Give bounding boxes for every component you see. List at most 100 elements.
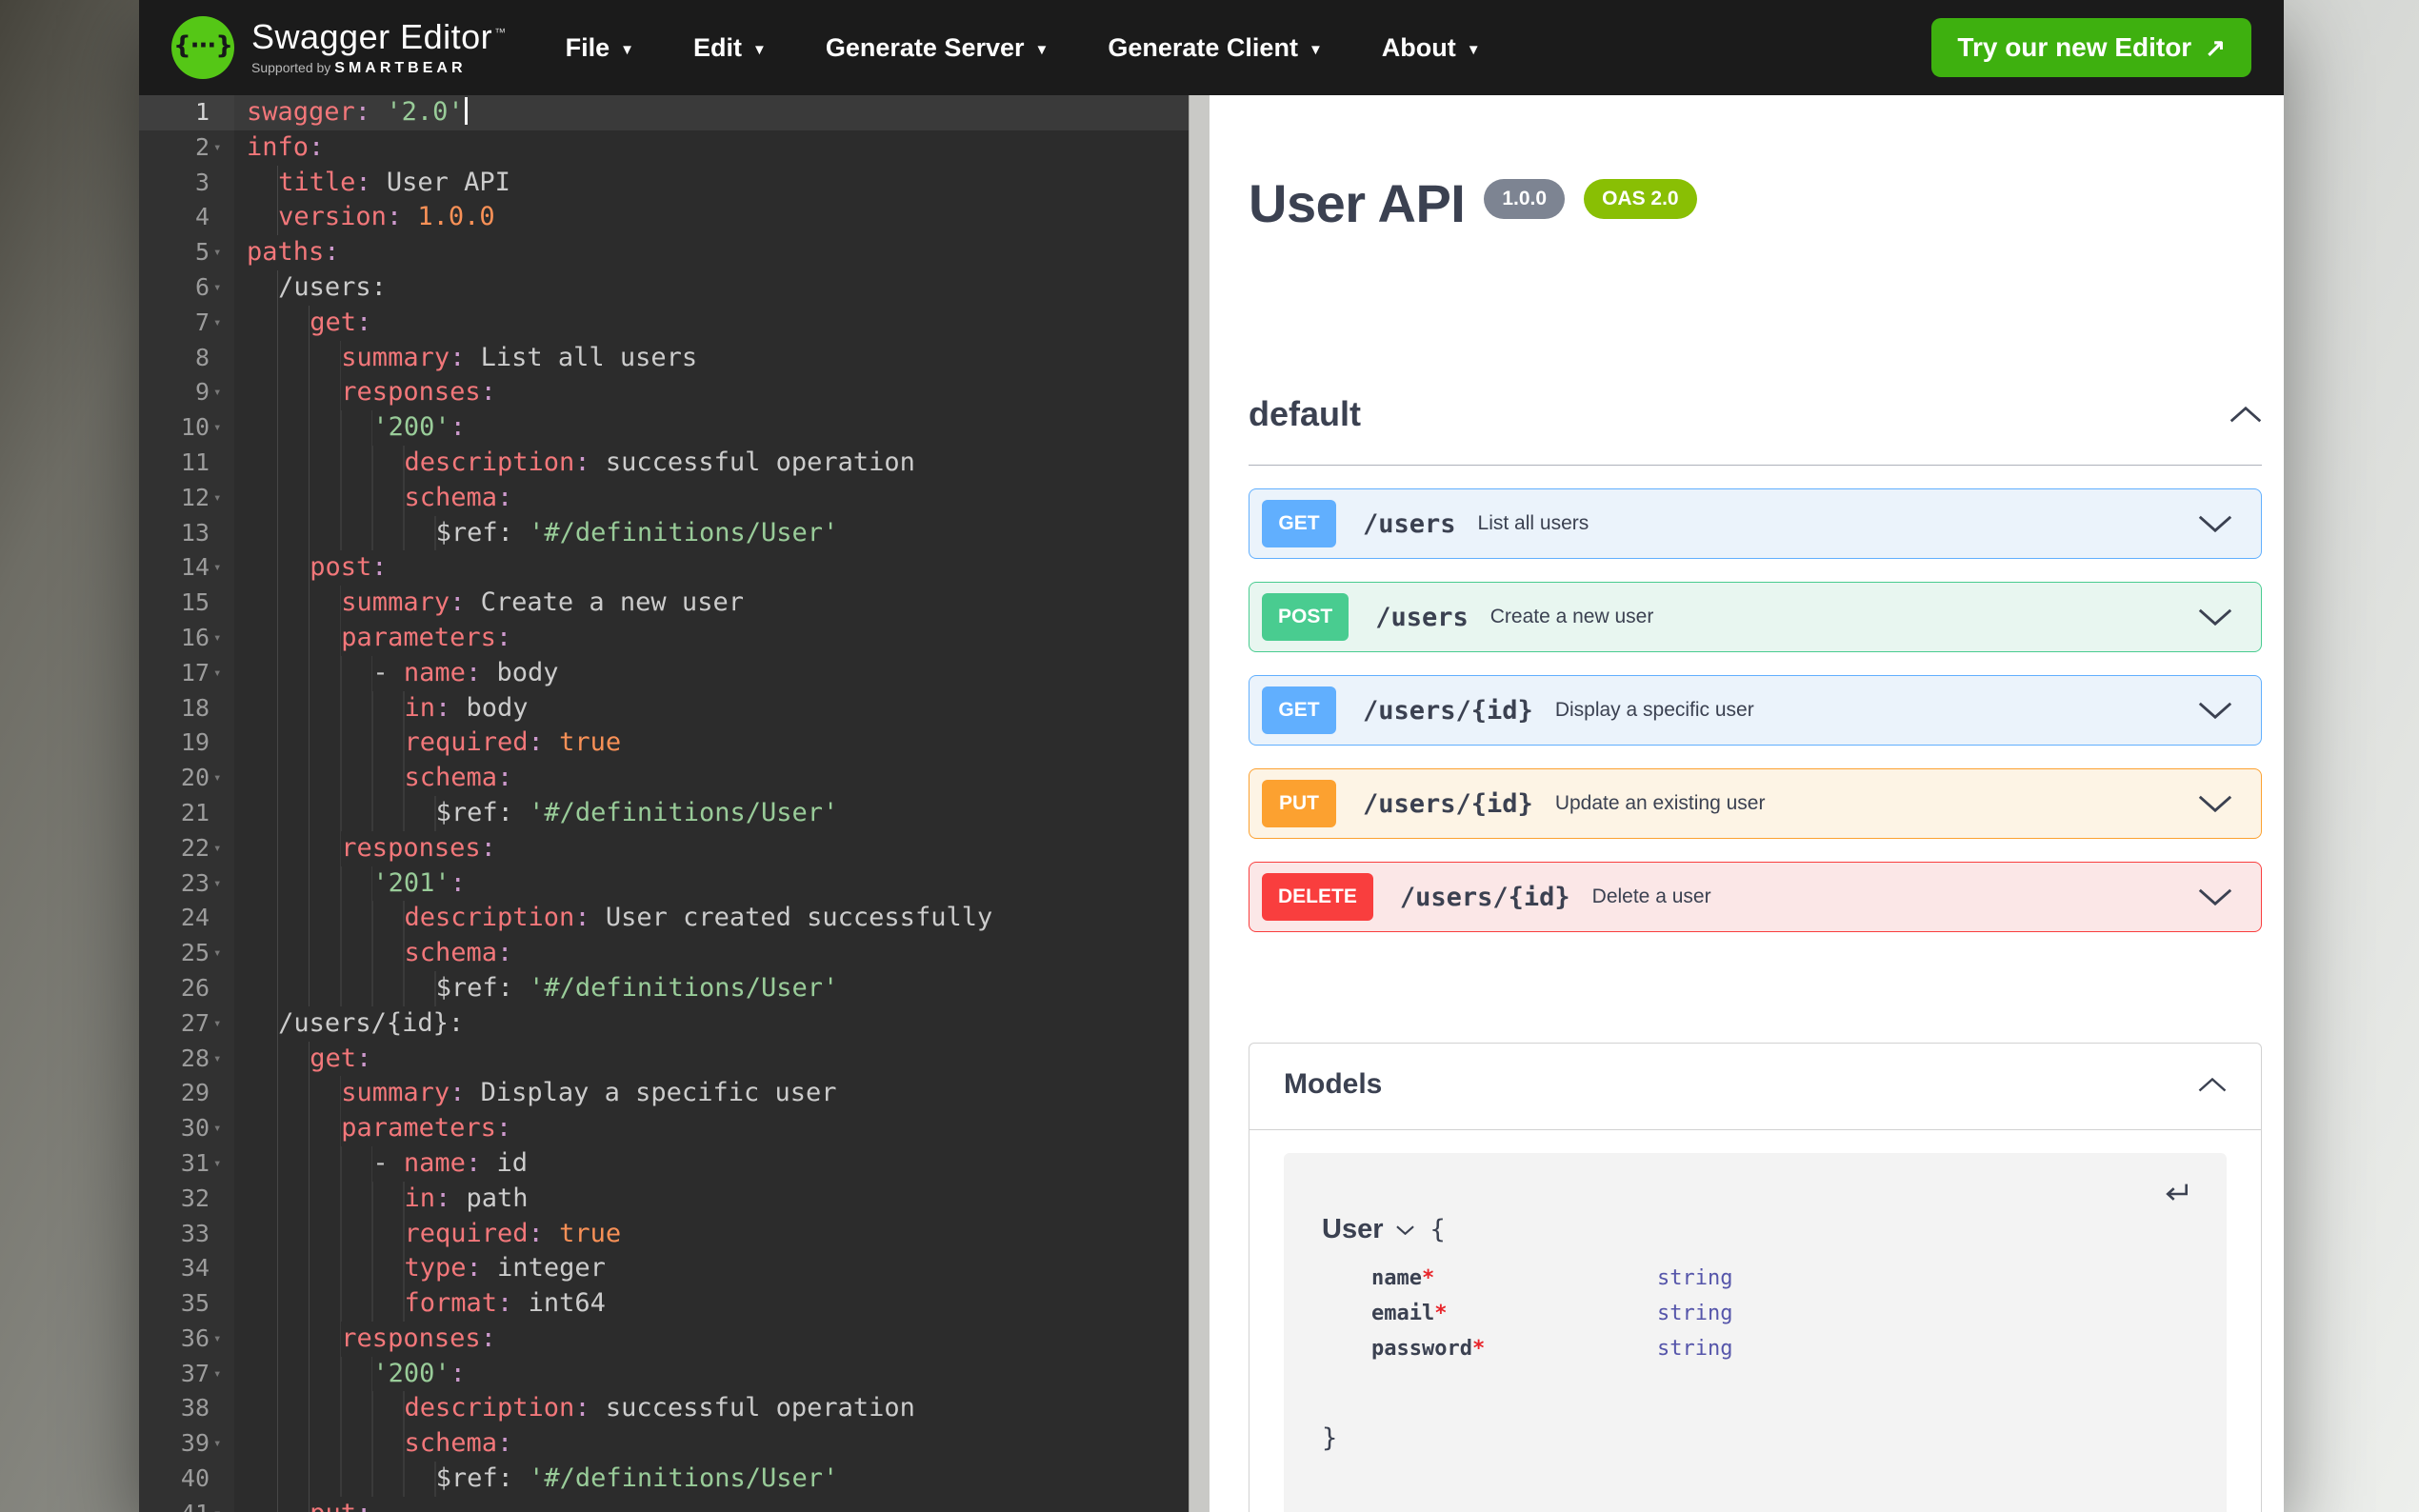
editor-line-30[interactable]: 30▾parameters: — [139, 1111, 1189, 1146]
fold-arrow-icon[interactable]: ▾ — [210, 1146, 234, 1182]
editor-line-12[interactable]: 12▾schema: — [139, 481, 1189, 516]
fold-arrow-icon[interactable]: ▾ — [210, 306, 234, 341]
fold-arrow-icon[interactable]: ▾ — [210, 1426, 234, 1462]
operation-row-get-users[interactable]: GET/usersList all users — [1249, 488, 2262, 559]
fold-arrow-icon[interactable]: ▾ — [210, 866, 234, 902]
pane-divider[interactable] — [1189, 95, 1210, 1512]
editor-line-38[interactable]: 38description: successful operation — [139, 1391, 1189, 1426]
editor-line-35[interactable]: 35format: int64 — [139, 1286, 1189, 1322]
model-toggle[interactable]: User { — [1322, 1214, 2189, 1245]
editor-line-9[interactable]: 9▾responses: — [139, 375, 1189, 410]
fold-arrow-icon[interactable]: ▾ — [210, 1322, 234, 1357]
operation-row-delete-users-id[interactable]: DELETE/users/{id}Delete a user — [1249, 862, 2262, 932]
token-p: : — [450, 868, 466, 898]
menu-about[interactable]: About▼ — [1382, 33, 1481, 63]
editor-line-2[interactable]: 2▾info: — [139, 130, 1189, 166]
line-number: 18 — [181, 691, 210, 726]
token-t: $ref: — [436, 973, 530, 1003]
menu-edit[interactable]: Edit▼ — [693, 33, 767, 63]
fold-arrow-icon[interactable]: ▾ — [210, 1111, 234, 1146]
fold-arrow-icon[interactable]: ▾ — [210, 621, 234, 656]
operation-row-post-users[interactable]: POST/usersCreate a new user — [1249, 582, 2262, 652]
token-p: : — [387, 202, 402, 231]
fold-arrow-icon[interactable]: ▾ — [210, 481, 234, 516]
editor-line-14[interactable]: 14▾post: — [139, 550, 1189, 586]
brand-tagline: Supported bySMARTBEAR — [251, 60, 507, 77]
editor-line-15[interactable]: 15summary: Create a new user — [139, 586, 1189, 621]
yaml-editor[interactable]: 1swagger: '2.0'2▾info:3title: User API4v… — [139, 95, 1189, 1512]
indent-guides — [247, 621, 341, 656]
editor-line-4[interactable]: 4version: 1.0.0 — [139, 200, 1189, 235]
editor-line-25[interactable]: 25▾schema: — [139, 936, 1189, 971]
try-new-editor-button[interactable]: Try our new Editor ↗ — [1931, 18, 2251, 77]
menu-generate-client[interactable]: Generate Client▼ — [1108, 33, 1322, 63]
gutter-line-number: 14▾ — [139, 550, 234, 586]
menu-generate-server[interactable]: Generate Server▼ — [826, 33, 1050, 63]
brand-name: Swagger Editor™ — [251, 18, 507, 56]
fold-arrow-icon[interactable]: ▾ — [210, 1042, 234, 1077]
editor-line-40[interactable]: 40$ref: '#/definitions/User' — [139, 1462, 1189, 1497]
models-header[interactable]: Models — [1249, 1044, 2261, 1130]
editor-line-17[interactable]: 17▾- name: body — [139, 656, 1189, 691]
token-k: title — [278, 168, 355, 197]
fold-arrow-icon[interactable]: ▾ — [210, 410, 234, 446]
editor-line-23[interactable]: 23▾'201': — [139, 866, 1189, 902]
fold-arrow-icon[interactable]: ▾ — [210, 550, 234, 586]
fold-arrow-icon[interactable]: ▾ — [210, 1006, 234, 1042]
fold-arrow-icon[interactable]: ▾ — [210, 375, 234, 410]
operation-row-get-users-id[interactable]: GET/users/{id}Display a specific user — [1249, 675, 2262, 746]
editor-line-19[interactable]: 19required: true — [139, 726, 1189, 761]
editor-line-1[interactable]: 1swagger: '2.0' — [139, 95, 1189, 130]
editor-line-27[interactable]: 27▾/users/{id}: — [139, 1006, 1189, 1042]
editor-line-16[interactable]: 16▾parameters: — [139, 621, 1189, 656]
editor-line-8[interactable]: 8summary: List all users — [139, 341, 1189, 376]
editor-line-18[interactable]: 18in: body — [139, 691, 1189, 726]
editor-line-3[interactable]: 3title: User API — [139, 166, 1189, 201]
editor-line-26[interactable]: 26$ref: '#/definitions/User' — [139, 971, 1189, 1006]
editor-line-24[interactable]: 24description: User created successfully — [139, 901, 1189, 936]
editor-line-36[interactable]: 36▾responses: — [139, 1322, 1189, 1357]
fold-arrow-icon[interactable]: ▾ — [210, 235, 234, 270]
fold-arrow-icon[interactable]: ▾ — [210, 270, 234, 306]
editor-line-7[interactable]: 7▾get: — [139, 306, 1189, 341]
editor-line-41[interactable]: 41▾put: — [139, 1497, 1189, 1512]
fold-arrow-icon[interactable]: ▾ — [210, 1357, 234, 1392]
editor-line-6[interactable]: 6▾/users: — [139, 270, 1189, 306]
fold-arrow-icon[interactable]: ▾ — [210, 1497, 234, 1512]
editor-line-21[interactable]: 21$ref: '#/definitions/User' — [139, 796, 1189, 831]
fold-arrow-icon[interactable]: ▾ — [210, 130, 234, 166]
indent-guides — [247, 656, 372, 691]
fold-arrow-icon[interactable]: ▾ — [210, 761, 234, 796]
fold-arrow-icon[interactable]: ▾ — [210, 831, 234, 866]
editor-line-29[interactable]: 29summary: Display a specific user — [139, 1076, 1189, 1111]
operation-row-put-users-id[interactable]: PUT/users/{id}Update an existing user — [1249, 768, 2262, 839]
editor-line-33[interactable]: 33required: true — [139, 1217, 1189, 1252]
line-number: 21 — [181, 796, 210, 831]
fold-arrow-icon[interactable]: ▾ — [210, 936, 234, 971]
fold-arrow-icon[interactable]: ▾ — [210, 656, 234, 691]
swagger-editor-brand[interactable]: {···} Swagger Editor™ Supported bySMARTB… — [171, 16, 507, 79]
editor-line-28[interactable]: 28▾get: — [139, 1042, 1189, 1077]
menu-bar: File▼ Edit▼ Generate Server▼ Generate Clien… — [566, 33, 1481, 63]
editor-line-13[interactable]: 13$ref: '#/definitions/User' — [139, 516, 1189, 551]
return-arrow-icon[interactable] — [2160, 1182, 2190, 1206]
gutter-line-number: 12▾ — [139, 481, 234, 516]
editor-line-10[interactable]: 10▾'200': — [139, 410, 1189, 446]
gutter-line-number: 34 — [139, 1251, 234, 1286]
editor-line-11[interactable]: 11description: successful operation — [139, 446, 1189, 481]
editor-line-39[interactable]: 39▾schema: — [139, 1426, 1189, 1462]
editor-line-20[interactable]: 20▾schema: — [139, 761, 1189, 796]
editor-line-34[interactable]: 34type: integer — [139, 1251, 1189, 1286]
code-text: responses: — [234, 375, 1189, 410]
tag-section-header[interactable]: default — [1249, 394, 2262, 466]
token-k: summary — [341, 1078, 450, 1107]
model-name: User — [1322, 1214, 1384, 1245]
editor-line-32[interactable]: 32in: path — [139, 1182, 1189, 1217]
editor-line-37[interactable]: 37▾'200': — [139, 1357, 1189, 1392]
menu-file[interactable]: File▼ — [566, 33, 634, 63]
token-p: : — [450, 587, 465, 617]
tag-section: default GET/usersList all users POST/use… — [1249, 394, 2262, 932]
editor-line-22[interactable]: 22▾responses: — [139, 831, 1189, 866]
editor-line-5[interactable]: 5▾paths: — [139, 235, 1189, 270]
editor-line-31[interactable]: 31▾- name: id — [139, 1146, 1189, 1182]
